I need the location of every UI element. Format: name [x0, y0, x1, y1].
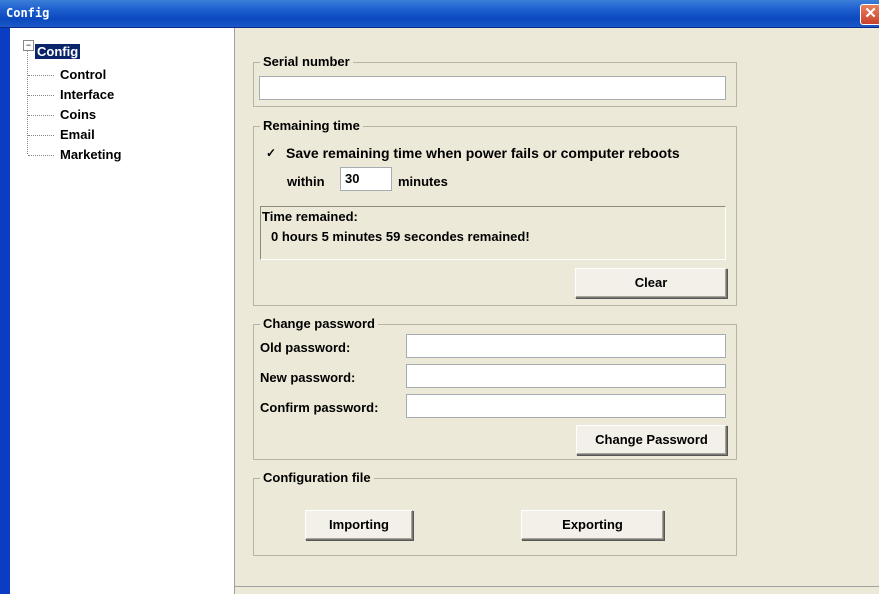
- confirm-password-input[interactable]: [406, 394, 726, 418]
- change-password-legend: Change password: [260, 316, 378, 331]
- confirm-password-label: Confirm password:: [260, 400, 379, 415]
- tree-item-control[interactable]: Control: [60, 67, 106, 82]
- export-button[interactable]: Exporting: [521, 510, 664, 540]
- close-button[interactable]: ✕: [860, 4, 879, 25]
- old-password-label: Old password:: [260, 340, 351, 355]
- old-password-input[interactable]: [406, 334, 726, 358]
- remaining-time-legend: Remaining time: [260, 118, 363, 133]
- minutes-input[interactable]: 30: [340, 167, 392, 191]
- title-bar: Config ✕: [0, 0, 879, 28]
- time-remained-title: Time remained:: [262, 209, 358, 224]
- tree-line: [28, 155, 54, 156]
- tree-line: [28, 115, 54, 116]
- within-label: within: [287, 174, 325, 189]
- tree-line: [28, 135, 54, 136]
- collapse-icon[interactable]: −: [23, 40, 34, 51]
- new-password-label: New password:: [260, 370, 356, 385]
- import-button[interactable]: Importing: [305, 510, 413, 540]
- tree-item-config[interactable]: Config: [35, 44, 81, 59]
- save-time-label: Save remaining time when power fails or …: [286, 145, 680, 161]
- divider: [234, 586, 879, 587]
- clear-button[interactable]: Clear: [575, 268, 727, 298]
- time-remained-value: 0 hours 5 minutes 59 secondes remained!: [271, 229, 530, 244]
- save-time-checkbox[interactable]: ✓: [266, 146, 276, 161]
- close-icon: ✕: [864, 5, 877, 22]
- tree-item-email[interactable]: Email: [60, 127, 95, 142]
- tree-line: [27, 50, 28, 154]
- config-tree: − Config Control Interface Coins Email M…: [10, 28, 235, 594]
- tree-item-interface[interactable]: Interface: [60, 87, 114, 102]
- window-border: [0, 28, 10, 594]
- tree-item-marketing[interactable]: Marketing: [60, 147, 121, 162]
- configuration-file-legend: Configuration file: [260, 470, 374, 485]
- tree-line: [28, 95, 54, 96]
- window-title: Config: [6, 6, 50, 20]
- change-password-button[interactable]: Change Password: [576, 425, 727, 455]
- new-password-input[interactable]: [406, 364, 726, 388]
- serial-number-input[interactable]: [259, 76, 726, 100]
- tree-item-coins[interactable]: Coins: [60, 107, 96, 122]
- minutes-label: minutes: [398, 174, 448, 189]
- serial-number-legend: Serial number: [260, 54, 353, 69]
- tree-line: [28, 75, 54, 76]
